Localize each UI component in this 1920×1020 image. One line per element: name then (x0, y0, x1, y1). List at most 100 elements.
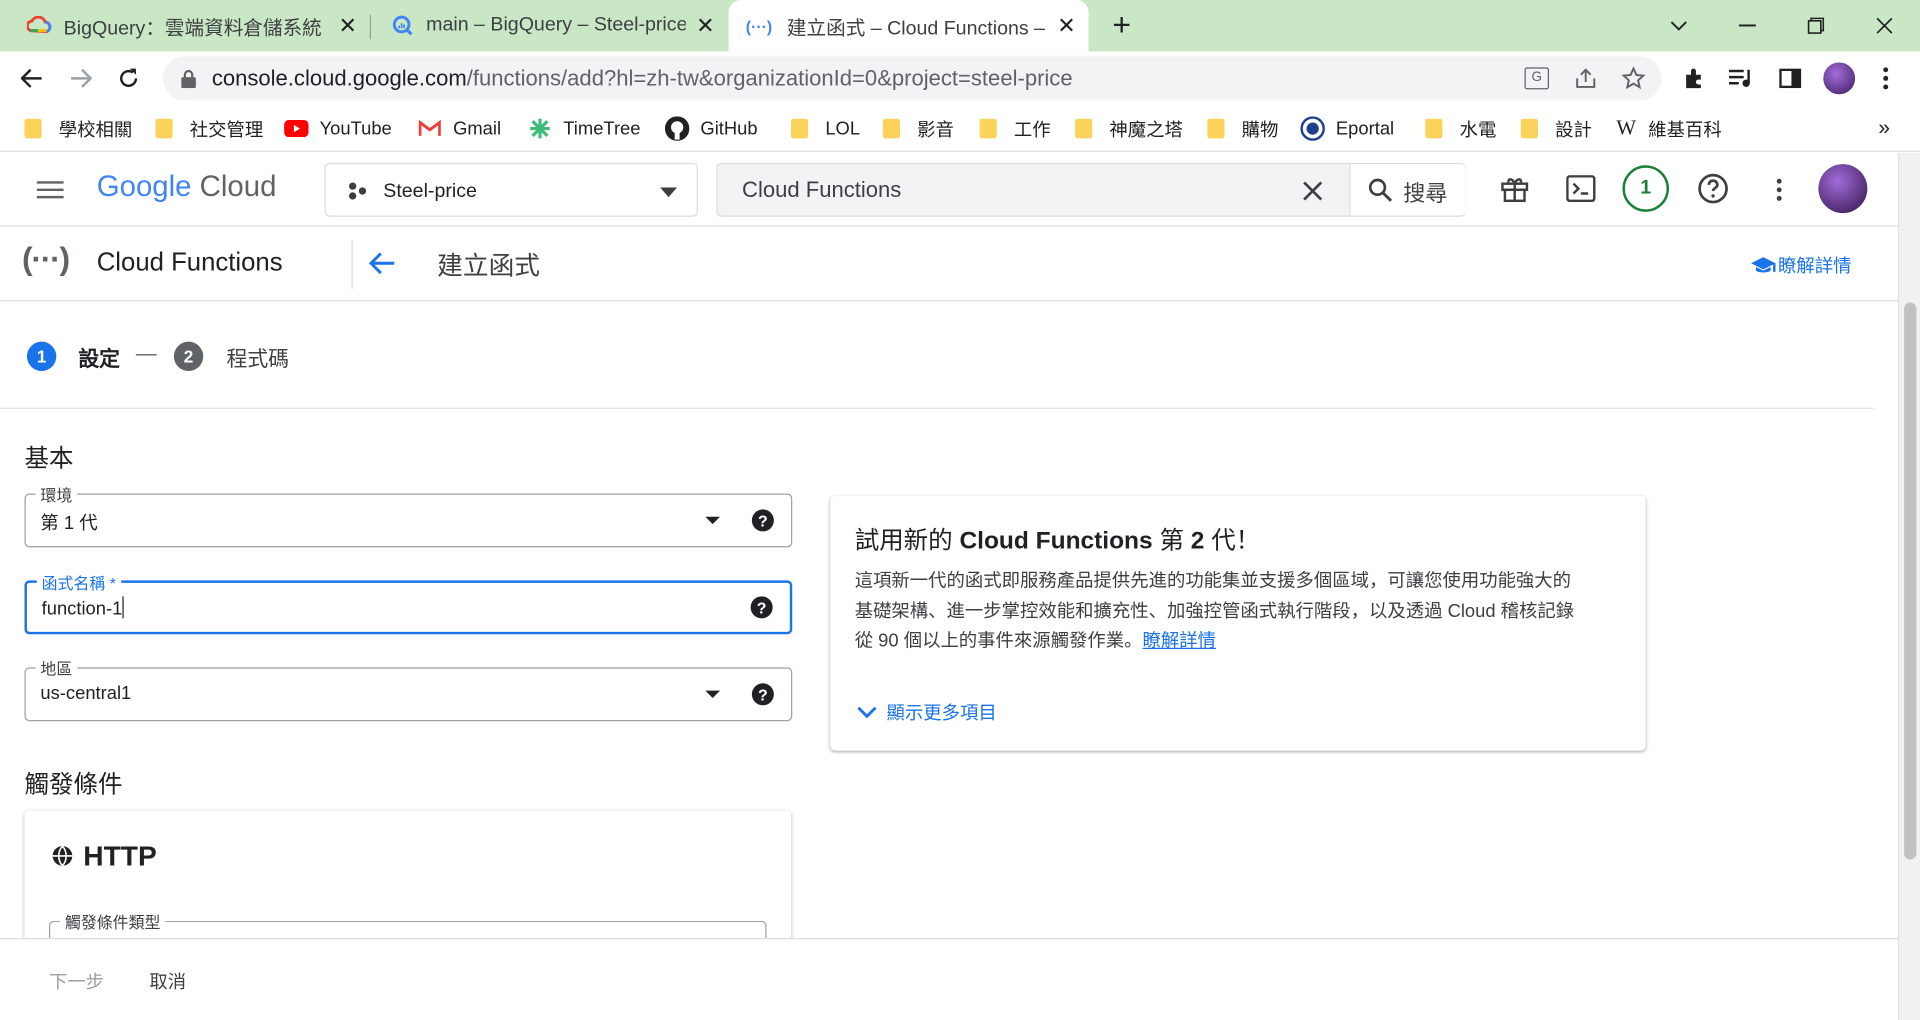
folder-icon (24, 118, 42, 139)
gift-icon[interactable] (1496, 170, 1533, 207)
star-icon[interactable] (1621, 66, 1646, 90)
step-connector: — (135, 341, 157, 365)
new-tab-button[interactable]: + (1106, 9, 1138, 42)
tab-title: BigQuery：雲端資料倉儲系統 (63, 18, 322, 40)
restore-icon[interactable] (1798, 7, 1835, 44)
step-1-label[interactable]: 設定 (78, 342, 120, 373)
notifications-badge[interactable]: 1 (1622, 165, 1669, 212)
chevron-down-icon (857, 706, 877, 718)
function-name-input[interactable]: function-1 (42, 596, 124, 620)
help-icon[interactable] (1695, 170, 1732, 207)
bookmark-eportal[interactable]: Eportal (1300, 115, 1394, 142)
folder-icon (1425, 118, 1443, 139)
search-button[interactable]: 搜尋 (1349, 164, 1466, 216)
bookmark-folder[interactable]: LOL (791, 115, 860, 142)
address-bar[interactable]: console.cloud.google.com/functions/add?h… (162, 56, 1662, 101)
github-icon (664, 116, 690, 141)
promo-body: 這項新一代的函式即服務產品提供先進的功能集並支援多個區域，可讓您使用功能強大的 … (855, 567, 1574, 657)
bookmark-folder[interactable]: 影音 (882, 115, 954, 142)
back-arrow-icon[interactable] (368, 252, 396, 275)
step-2-number[interactable]: 2 (173, 341, 204, 372)
bookmark-folder[interactable]: 水電 (1425, 115, 1496, 142)
bookmark-wikipedia[interactable]: W 維基百科 (1616, 115, 1721, 142)
extensions-icon[interactable] (1682, 66, 1706, 90)
timetree-icon (530, 118, 550, 139)
help-icon[interactable]: ? (751, 509, 774, 532)
function-name-field[interactable]: 函式名稱 * function-1 ? (24, 570, 793, 635)
page-header: (···) Cloud Functions 建立函式 瞭解詳情 (0, 227, 1898, 302)
forward-icon[interactable] (61, 59, 100, 98)
environment-label: 環境 (35, 482, 78, 506)
bookmark-label: LOL (825, 118, 861, 139)
gen2-promo-card: 試用新的 Cloud Functions 第 2 代！ 這項新一代的函式即服務產… (830, 495, 1646, 751)
bookmark-folder[interactable]: 神魔之塔 (1075, 115, 1183, 142)
profile-avatar[interactable] (1823, 62, 1856, 95)
bookmark-folder[interactable]: 工作 (979, 115, 1051, 142)
window-close-icon[interactable] (1866, 7, 1903, 44)
browser-tab-bigquery[interactable]: BigQuery：雲端資料倉儲系統 ✕ (0, 0, 370, 51)
bookmarks-more-button[interactable]: » (1878, 115, 1890, 142)
bookmark-label: 設計 (1555, 119, 1592, 141)
page-title: 建立函式 (437, 252, 541, 281)
project-selector[interactable]: Steel-price (324, 162, 698, 217)
eportal-icon (1300, 116, 1325, 141)
bookmark-gmail[interactable]: Gmail (418, 115, 501, 142)
browser-tab-cloud-functions[interactable]: (···) 建立函式 – Cloud Functions – St ✕ (728, 0, 1089, 52)
close-icon[interactable]: ✕ (1054, 13, 1078, 37)
school-icon (1751, 256, 1776, 272)
environment-select[interactable]: 環境 第 1 代 ? (24, 482, 793, 548)
cancel-button[interactable]: 取消 (149, 969, 186, 995)
minimize-icon[interactable] (1729, 7, 1766, 44)
account-avatar[interactable] (1818, 164, 1868, 214)
learn-more-link[interactable]: 瞭解詳情 (1751, 252, 1851, 278)
more-options-icon[interactable] (1776, 178, 1783, 202)
reload-icon[interactable] (109, 59, 148, 98)
close-icon[interactable]: ✕ (693, 13, 717, 37)
page-scrollbar[interactable] (1897, 153, 1920, 1020)
side-panel-icon[interactable] (1779, 68, 1802, 89)
promo-learn-more-link[interactable]: 瞭解詳情 (1142, 631, 1215, 652)
region-select[interactable]: 地區 us-central1 ? (24, 656, 793, 722)
bookmark-timetree[interactable]: TimeTree (529, 115, 640, 142)
browser-tab-bar: BigQuery：雲端資料倉儲系統 ✕ main – BigQuery – St… (0, 0, 1920, 52)
url-text[interactable]: console.cloud.google.com/functions/add?h… (212, 66, 1073, 92)
environment-value: 第 1 代 (40, 513, 98, 534)
dropdown-arrow-icon (660, 187, 678, 198)
browser-menu-icon[interactable] (1882, 66, 1889, 90)
translate-icon[interactable]: G (1524, 67, 1549, 90)
bookmark-folder[interactable]: 購物 (1207, 115, 1278, 142)
bookmark-github[interactable]: GitHub (664, 115, 758, 142)
bookmark-youtube[interactable]: YouTube (284, 115, 392, 142)
bookmark-folder[interactable]: 學校相關 (24, 115, 132, 142)
cloud-shell-icon[interactable] (1562, 170, 1599, 207)
media-control-icon[interactable] (1728, 67, 1755, 89)
folder-icon (1520, 118, 1538, 139)
bookmark-label: 影音 (917, 119, 954, 141)
tab-search-icon[interactable] (1660, 7, 1697, 44)
promo-body-line: 基礎架構、進一步掌控效能和擴充性、加強控管函式執行階段，以及透過 Cloud 稽… (854, 600, 1575, 622)
step-2-label[interactable]: 程式碼 (227, 342, 289, 373)
folder-icon (1075, 118, 1093, 139)
promo-title-number: 2 (1190, 527, 1205, 555)
tab-title: 建立函式 – Cloud Functions – St (786, 18, 1049, 40)
back-icon[interactable] (12, 59, 51, 98)
show-more-button[interactable]: 顯示更多項目 (857, 699, 997, 725)
help-icon[interactable]: ? (751, 683, 774, 706)
help-icon[interactable]: ? (750, 596, 773, 619)
step-1-number[interactable]: 1 (26, 341, 57, 372)
google-cloud-logo[interactable]: Google Cloud (97, 170, 277, 204)
search-input[interactable]: Cloud Functions (742, 178, 901, 204)
hamburger-menu-icon[interactable] (36, 180, 64, 200)
next-button[interactable]: 下一步 (49, 969, 104, 995)
section-basic-title: 基本 (24, 445, 74, 473)
search-bar[interactable]: Cloud Functions 搜尋 (716, 162, 1466, 217)
stepper: 1 設定 — 2 程式碼 (0, 301, 1874, 409)
clear-search-icon[interactable] (1303, 181, 1323, 201)
section-trigger-title: 觸發條件 (24, 771, 123, 799)
bookmark-folder[interactable]: 設計 (1520, 115, 1592, 142)
bookmark-folder[interactable]: 社交管理 (155, 115, 263, 142)
close-icon[interactable]: ✕ (336, 13, 360, 37)
scrollbar-thumb[interactable] (1904, 302, 1917, 860)
share-icon[interactable] (1573, 66, 1597, 90)
browser-tab-bigquery-main[interactable]: main – BigQuery – Steel-price ✕ (370, 0, 728, 51)
